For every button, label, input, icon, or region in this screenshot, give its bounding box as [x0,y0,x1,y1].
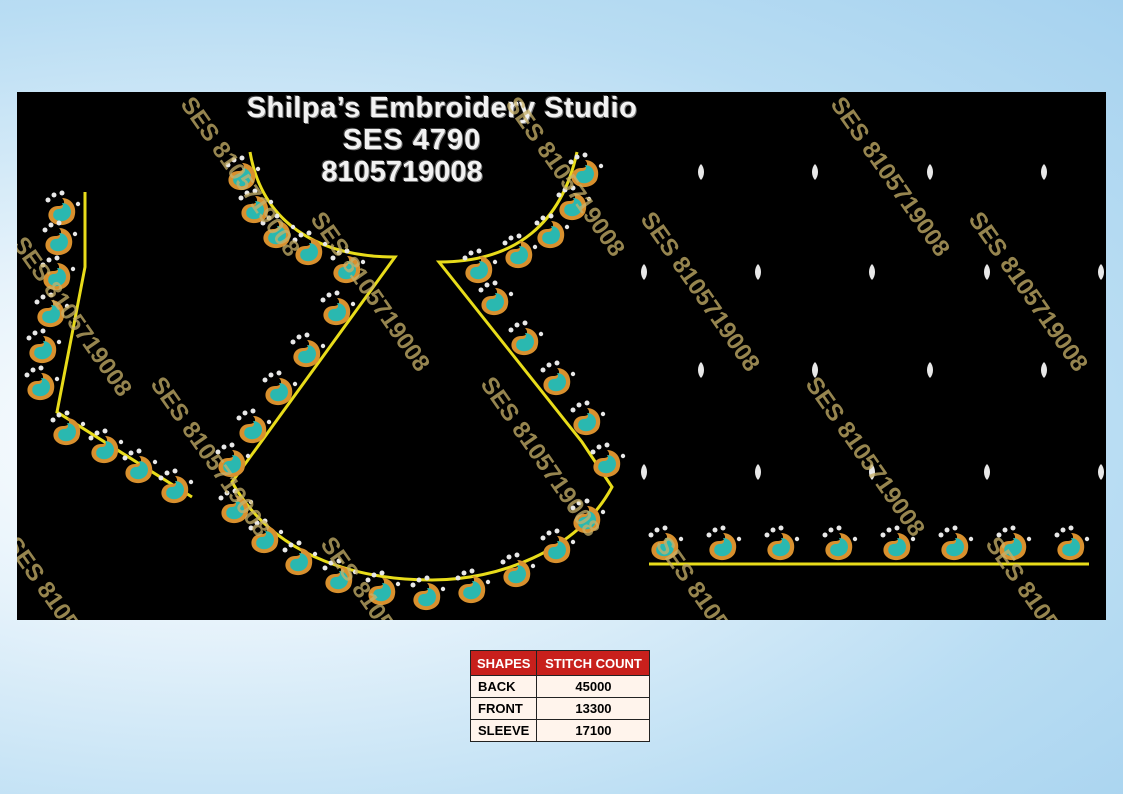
shape-cell: SLEEVE [469,719,538,742]
shape-cell: FRONT [469,697,538,720]
shape-cell: BACK [469,675,538,698]
count-cell: 13300 [536,697,651,720]
count-cell: 45000 [536,675,651,698]
header-shapes: SHAPES [469,650,538,676]
stitch-count-table: SHAPES STITCH COUNT BACK 45000 FRONT 133… [469,650,651,742]
design-code: SES 4790 [342,124,482,156]
embroidery-design-panel: Shilpa’s Embroidery Studio SES 4790 8105… [17,92,1106,620]
count-cell: 17100 [536,719,651,742]
table-row: SLEEVE 17100 [469,719,651,742]
border-lace [648,525,1090,566]
studio-name: Shilpa’s Embroidery Studio [246,92,638,124]
table-row: FRONT 13300 [469,697,651,720]
table-row: BACK 45000 [469,675,651,698]
header-stitch-count: STITCH COUNT [536,650,651,676]
